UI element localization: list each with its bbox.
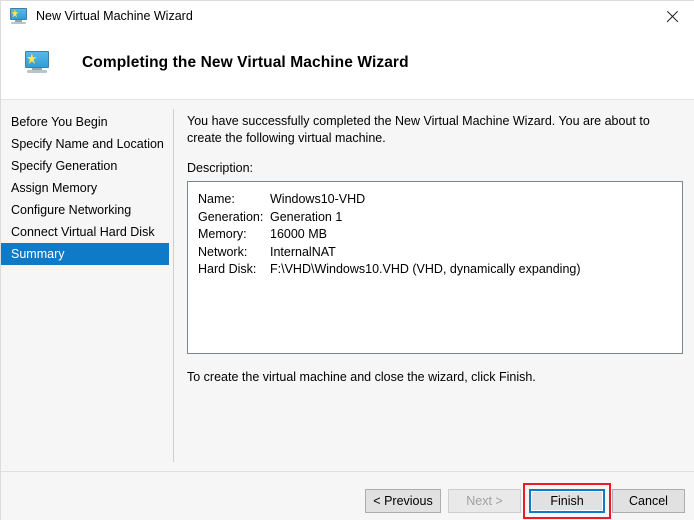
sidebar-item-specify-generation[interactable]: Specify Generation: [1, 155, 173, 177]
sidebar-item-label: Before You Begin: [11, 115, 108, 129]
close-icon: [666, 10, 679, 23]
sidebar-item-label: Assign Memory: [11, 181, 97, 195]
sidebar-item-label: Summary: [11, 247, 64, 261]
summary-description-box: Name: Windows10-VHD Generation: Generati…: [187, 181, 683, 354]
header-virtual-machine-icon: [25, 51, 49, 73]
wizard-steps-nav: Before You Begin Specify Name and Locati…: [1, 111, 173, 265]
summary-value: 16000 MB: [270, 226, 682, 244]
sidebar-item-label: Connect Virtual Hard Disk: [11, 225, 155, 239]
previous-button[interactable]: < Previous: [365, 489, 441, 513]
sidebar-item-summary[interactable]: Summary: [1, 243, 169, 265]
new-virtual-machine-wizard-window: New Virtual Machine Wizard Completing th…: [0, 0, 694, 520]
summary-row-hard-disk: Hard Disk: F:\VHD\Windows10.VHD (VHD, dy…: [198, 261, 682, 279]
cancel-button-label: Cancel: [629, 494, 668, 508]
finish-hint-text: To create the virtual machine and close …: [187, 370, 685, 384]
page-title: Completing the New Virtual Machine Wizar…: [82, 54, 409, 72]
summary-key: Memory:: [198, 226, 270, 244]
summary-key: Generation:: [198, 209, 270, 227]
description-label: Description:: [187, 161, 685, 175]
finish-button-label: Finish: [550, 494, 583, 508]
finish-button[interactable]: Finish: [529, 489, 605, 513]
summary-value: InternalNAT: [270, 244, 682, 262]
summary-row-network: Network: InternalNAT: [198, 244, 682, 262]
summary-value: Generation 1: [270, 209, 682, 227]
previous-button-label: < Previous: [373, 494, 432, 508]
summary-value: Windows10-VHD: [270, 191, 682, 209]
sidebar-item-label: Specify Generation: [11, 159, 117, 173]
wizard-header: Completing the New Virtual Machine Wizar…: [1, 31, 694, 99]
sidebar-item-label: Specify Name and Location: [11, 137, 164, 151]
sidebar-divider: [173, 109, 174, 462]
next-button: Next >: [448, 489, 521, 513]
sidebar-item-label: Configure Networking: [11, 203, 131, 217]
summary-key: Hard Disk:: [198, 261, 270, 279]
virtual-machine-monitor-icon: [10, 8, 27, 25]
sidebar-item-before-you-begin[interactable]: Before You Begin: [1, 111, 173, 133]
summary-row-generation: Generation: Generation 1: [198, 209, 682, 227]
summary-value: F:\VHD\Windows10.VHD (VHD, dynamically e…: [270, 261, 682, 279]
cancel-button[interactable]: Cancel: [612, 489, 685, 513]
sidebar-item-connect-virtual-hard-disk[interactable]: Connect Virtual Hard Disk: [1, 221, 173, 243]
intro-text: You have successfully completed the New …: [187, 113, 655, 147]
wizard-main-pane: You have successfully completed the New …: [187, 113, 685, 384]
summary-key: Network:: [198, 244, 270, 262]
close-button[interactable]: [649, 1, 694, 31]
sidebar-item-specify-name-and-location[interactable]: Specify Name and Location: [1, 133, 173, 155]
summary-row-memory: Memory: 16000 MB: [198, 226, 682, 244]
title-bar: New Virtual Machine Wizard: [1, 1, 694, 31]
sidebar-item-configure-networking[interactable]: Configure Networking: [1, 199, 173, 221]
next-button-label: Next >: [466, 494, 502, 508]
window-title: New Virtual Machine Wizard: [36, 9, 193, 23]
sidebar-item-assign-memory[interactable]: Assign Memory: [1, 177, 173, 199]
summary-key: Name:: [198, 191, 270, 209]
summary-row-name: Name: Windows10-VHD: [198, 191, 682, 209]
